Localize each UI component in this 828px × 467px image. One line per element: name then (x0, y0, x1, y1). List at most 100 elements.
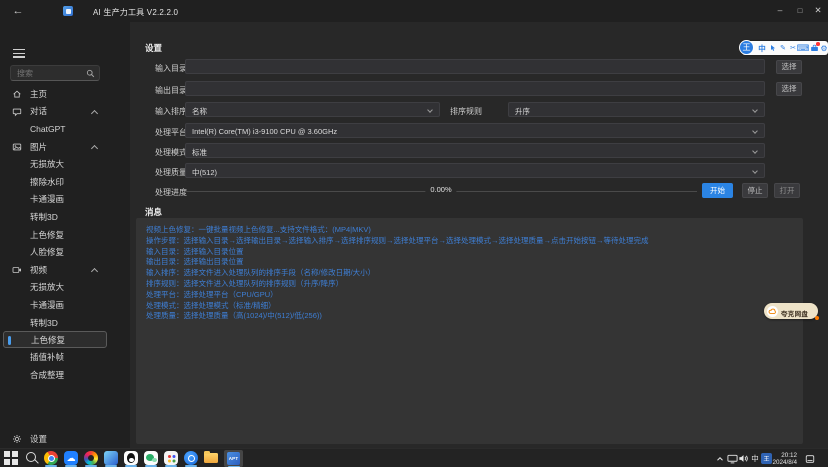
output-dir-select-button[interactable]: 选择 (776, 82, 802, 96)
tray-clock[interactable]: 20:12 2024/8/4 (770, 452, 797, 467)
stop-button[interactable]: 停止 (742, 183, 768, 198)
video-icon (12, 265, 22, 275)
sidebar-item-video-colorize[interactable]: 上色修复 (3, 331, 107, 348)
sidebar-item-label: 设置 (30, 433, 47, 445)
sidebar-item-label: 对话 (30, 105, 47, 117)
start-button[interactable]: 开始 (702, 183, 733, 198)
mode-select[interactable]: 标准 (185, 143, 765, 158)
sort-rule-select[interactable]: 升序 (508, 102, 765, 117)
progress-bar: 0.00% (185, 183, 697, 198)
gear-icon (12, 434, 22, 444)
input-sort-select[interactable]: 名称 (185, 102, 440, 117)
chevron-up-icon[interactable] (91, 110, 98, 117)
taskbar-app-crystal[interactable] (104, 451, 118, 465)
open-button[interactable]: 打开 (774, 183, 800, 198)
minimize-button[interactable]: – (772, 2, 788, 18)
platform-select[interactable]: Intel(R) Core(TM) i3-9100 CPU @ 3.60GHz (185, 123, 765, 138)
taskbar-app-search[interactable] (26, 452, 36, 462)
ime-mode-indicator[interactable]: 中 (757, 41, 767, 55)
sidebar-item-video-upscale[interactable]: 无损放大 (0, 279, 110, 297)
sort-rule-value: 升序 (515, 106, 530, 117)
ime-logo-icon[interactable]: 王 (739, 40, 754, 55)
taskbar-app-apt[interactable]: APT (224, 450, 243, 467)
back-button[interactable]: ← (10, 3, 26, 19)
tray-expand-chevron-icon[interactable] (714, 452, 726, 465)
sidebar-item-label: 插值补帧 (30, 351, 64, 363)
cursor-icon[interactable] (768, 41, 778, 55)
sidebar-item-video-to3d[interactable]: 转制3D (0, 314, 110, 332)
chevron-down-icon (752, 128, 758, 134)
quality-select[interactable]: 中(512) (185, 163, 765, 178)
taskbar-app-qq[interactable] (124, 451, 138, 465)
speaker-icon[interactable] (737, 452, 749, 465)
ime-toolbar[interactable]: 王 中 ✎ ✂ ⌨ ⚙ (742, 41, 828, 55)
sidebar: 主页对话ChatGPT图片无损放大擦除水印卡通漫画转制3D上色修复人脸修复视频无… (0, 22, 130, 448)
search-input[interactable] (17, 67, 85, 79)
search-box[interactable] (10, 65, 100, 81)
message-line: 排序规则：选择文件进入处理队列的排序规则（升序/降序） (146, 279, 793, 290)
apt-app-icon: APT (227, 452, 240, 465)
taskbar-app-explorer[interactable] (204, 453, 218, 463)
message-line: 处理平台：选择处理平台（CPU/GPU） (146, 290, 793, 301)
sidebar-item-image-colorize[interactable]: 上色修复 (0, 226, 110, 244)
quark-dot (815, 316, 819, 320)
sidebar-item-settings[interactable]: 设置 (0, 430, 110, 448)
message-box[interactable]: 视频上色修复：一键批量视频上色修复...支持文件格式：(MP4|MKV)操作步骤… (136, 218, 803, 444)
quark-label: 夸克网盘 (781, 308, 808, 318)
sidebar-item-video-interpolation[interactable]: 插值补帧 (0, 348, 110, 366)
taskbar-app-wheel[interactable] (84, 451, 98, 465)
sidebar-item-image-face[interactable]: 人脸修复 (0, 243, 110, 261)
sidebar-item-chat[interactable]: 对话 (0, 103, 110, 121)
output-dir-label: 输出目录 (155, 85, 187, 96)
sidebar-item-image-to3d[interactable]: 转制3D (0, 208, 110, 226)
chevron-up-icon[interactable] (91, 145, 98, 152)
message-line: 处理质量：选择处理质量（高(1024)/中(512)/低(256)) (146, 311, 793, 322)
chevron-down-icon (752, 148, 758, 154)
input-sort-label: 输入排序 (155, 106, 187, 117)
platform-label: 处理平台 (155, 127, 187, 138)
input-sort-value: 名称 (192, 106, 207, 117)
notification-center-icon[interactable] (804, 452, 816, 465)
sidebar-item-video-cartoon[interactable]: 卡通漫画 (0, 296, 110, 314)
close-button[interactable]: ✕ (810, 2, 826, 18)
input-dir-select-button[interactable]: 选择 (776, 60, 802, 74)
sidebar-item-image-cartoon[interactable]: 卡通漫画 (0, 191, 110, 209)
taskbar-app-store[interactable] (164, 451, 178, 465)
taskbar-app-quark[interactable] (64, 451, 78, 465)
input-dir-field[interactable] (185, 59, 765, 74)
selection-indicator (8, 336, 11, 345)
sidebar-item-image[interactable]: 图片 (0, 138, 110, 156)
sidebar-item-video-merge[interactable]: 合成整理 (0, 366, 110, 384)
chat-icon (12, 107, 22, 117)
output-dir-field[interactable] (185, 81, 765, 96)
quality-value: 中(512) (192, 167, 217, 178)
progress-label: 处理进度 (155, 187, 187, 198)
taskbar-app-wechat[interactable] (144, 451, 158, 465)
sidebar-item-video[interactable]: 视频 (0, 261, 110, 279)
sidebar-item-image-watermark[interactable]: 擦除水印 (0, 173, 110, 191)
ime-language-indicator[interactable]: 中 (749, 452, 761, 465)
window-title: AI 生产力工具 V2.2.2.0 (93, 7, 178, 18)
hamburger-menu-icon[interactable] (13, 49, 25, 58)
keyboard-icon[interactable]: ⌨ (798, 41, 808, 55)
messages-section-title: 消息 (145, 206, 162, 218)
maximize-button[interactable]: □ (792, 2, 808, 18)
chevron-down-icon (752, 168, 758, 174)
taskbar-app-start[interactable] (4, 451, 18, 465)
sidebar-item-label: 无损放大 (30, 281, 64, 293)
ime-settings-gear-icon[interactable]: ⚙ (819, 41, 828, 55)
sidebar-item-image-upscale[interactable]: 无损放大 (0, 155, 110, 173)
sidebar-item-home[interactable]: 主页 (0, 85, 110, 103)
quality-label: 处理质量 (155, 167, 187, 178)
pen-icon[interactable]: ✎ (778, 41, 788, 55)
taskbar-app-kuwo[interactable] (184, 451, 198, 465)
taskbar-app-chrome[interactable] (44, 451, 58, 465)
input-dir-input[interactable] (191, 61, 759, 72)
sidebar-item-chatgpt[interactable]: ChatGPT (0, 120, 110, 138)
mode-label: 处理模式 (155, 147, 187, 158)
taskbar: APT 中 王 20:12 2024/8/4 (0, 448, 828, 467)
output-dir-input[interactable] (191, 83, 759, 94)
quark-netdisk-badge[interactable]: 夸克网盘 (764, 303, 818, 319)
chevron-up-icon[interactable] (91, 268, 98, 275)
platform-value: Intel(R) Core(TM) i3-9100 CPU @ 3.60GHz (192, 127, 337, 136)
